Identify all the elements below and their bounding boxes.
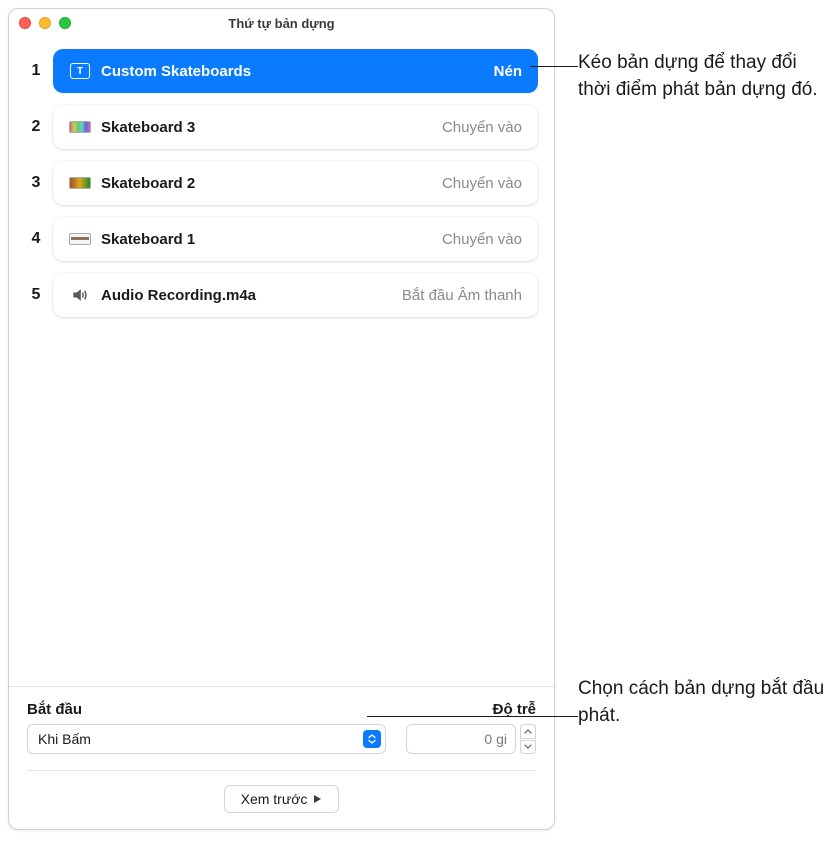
- start-control: Bắt đầu Khi Bấm: [27, 701, 386, 754]
- build-effect: Chuyển vào: [442, 175, 522, 192]
- stepper-buttons: [520, 724, 536, 754]
- thumbnail-icon: [69, 116, 91, 138]
- build-item-skateboard-3[interactable]: Skateboard 3 Chuyển vào: [53, 105, 538, 149]
- callout-line: [530, 66, 578, 67]
- thumbnail-icon: [69, 228, 91, 250]
- build-number: 1: [19, 62, 53, 80]
- preview-row: Xem trước: [27, 785, 536, 813]
- speaker-icon: [69, 284, 91, 306]
- thumbnail-icon: [69, 172, 91, 194]
- build-number: 5: [19, 286, 53, 304]
- start-select[interactable]: Khi Bấm: [27, 724, 386, 754]
- build-item-custom-skateboards[interactable]: T Custom Skateboards Nén: [53, 49, 538, 93]
- build-effect: Bắt đầu Âm thanh: [402, 287, 522, 304]
- maximize-button[interactable]: [59, 17, 71, 29]
- controls-row: Bắt đầu Khi Bấm Độ trễ 0 gi: [27, 701, 536, 754]
- callout-start: Chọn cách bản dựng bắt đầu phát.: [578, 676, 828, 729]
- build-item-skateboard-1[interactable]: Skateboard 1 Chuyển vào: [53, 217, 538, 261]
- play-icon: [313, 794, 322, 804]
- start-value: Khi Bấm: [38, 731, 363, 747]
- callout-line: [367, 716, 578, 717]
- build-effect: Chuyển vào: [442, 231, 522, 248]
- stepper-down-button[interactable]: [520, 740, 536, 755]
- delay-input[interactable]: 0 gi: [406, 724, 516, 754]
- build-item-skateboard-2[interactable]: Skateboard 2 Chuyển vào: [53, 161, 538, 205]
- build-label: Skateboard 2: [101, 175, 442, 192]
- build-label: Audio Recording.m4a: [101, 287, 402, 304]
- bottom-panel: Bắt đầu Khi Bấm Độ trễ 0 gi: [9, 686, 554, 829]
- callout-drag: Kéo bản dựng để thay đổi thời điểm phát …: [578, 50, 828, 103]
- chevron-updown-icon: [363, 730, 381, 748]
- traffic-lights: [19, 17, 71, 29]
- build-label: Skateboard 3: [101, 119, 442, 136]
- close-button[interactable]: [19, 17, 31, 29]
- build-row: 3 Skateboard 2 Chuyển vào: [19, 161, 538, 205]
- build-row: 1 T Custom Skateboards Nén: [19, 49, 538, 93]
- start-label: Bắt đầu: [27, 701, 386, 718]
- window-title: Thứ tự bản dựng: [9, 16, 554, 31]
- build-row: 2 Skateboard 3 Chuyển vào: [19, 105, 538, 149]
- build-label: Skateboard 1: [101, 231, 442, 248]
- build-row: 4 Skateboard 1 Chuyển vào: [19, 217, 538, 261]
- stepper-up-button[interactable]: [520, 724, 536, 739]
- divider: [27, 770, 536, 771]
- build-list: 1 T Custom Skateboards Nén 2 Skateboard …: [9, 37, 554, 686]
- text-box-icon: T: [69, 60, 91, 82]
- delay-control: Độ trễ 0 gi: [406, 701, 536, 754]
- preview-button[interactable]: Xem trước: [224, 785, 340, 813]
- build-row: 5 Audio Recording.m4a Bắt đầu Âm thanh: [19, 273, 538, 317]
- build-item-audio-recording[interactable]: Audio Recording.m4a Bắt đầu Âm thanh: [53, 273, 538, 317]
- build-number: 3: [19, 174, 53, 192]
- build-number: 4: [19, 230, 53, 248]
- titlebar: Thứ tự bản dựng: [9, 9, 554, 37]
- delay-stepper: 0 gi: [406, 724, 536, 754]
- build-number: 2: [19, 118, 53, 136]
- build-effect: Nén: [494, 63, 522, 80]
- minimize-button[interactable]: [39, 17, 51, 29]
- build-order-window: Thứ tự bản dựng 1 T Custom Skateboards N…: [8, 8, 555, 830]
- build-label: Custom Skateboards: [101, 63, 494, 80]
- build-effect: Chuyển vào: [442, 119, 522, 136]
